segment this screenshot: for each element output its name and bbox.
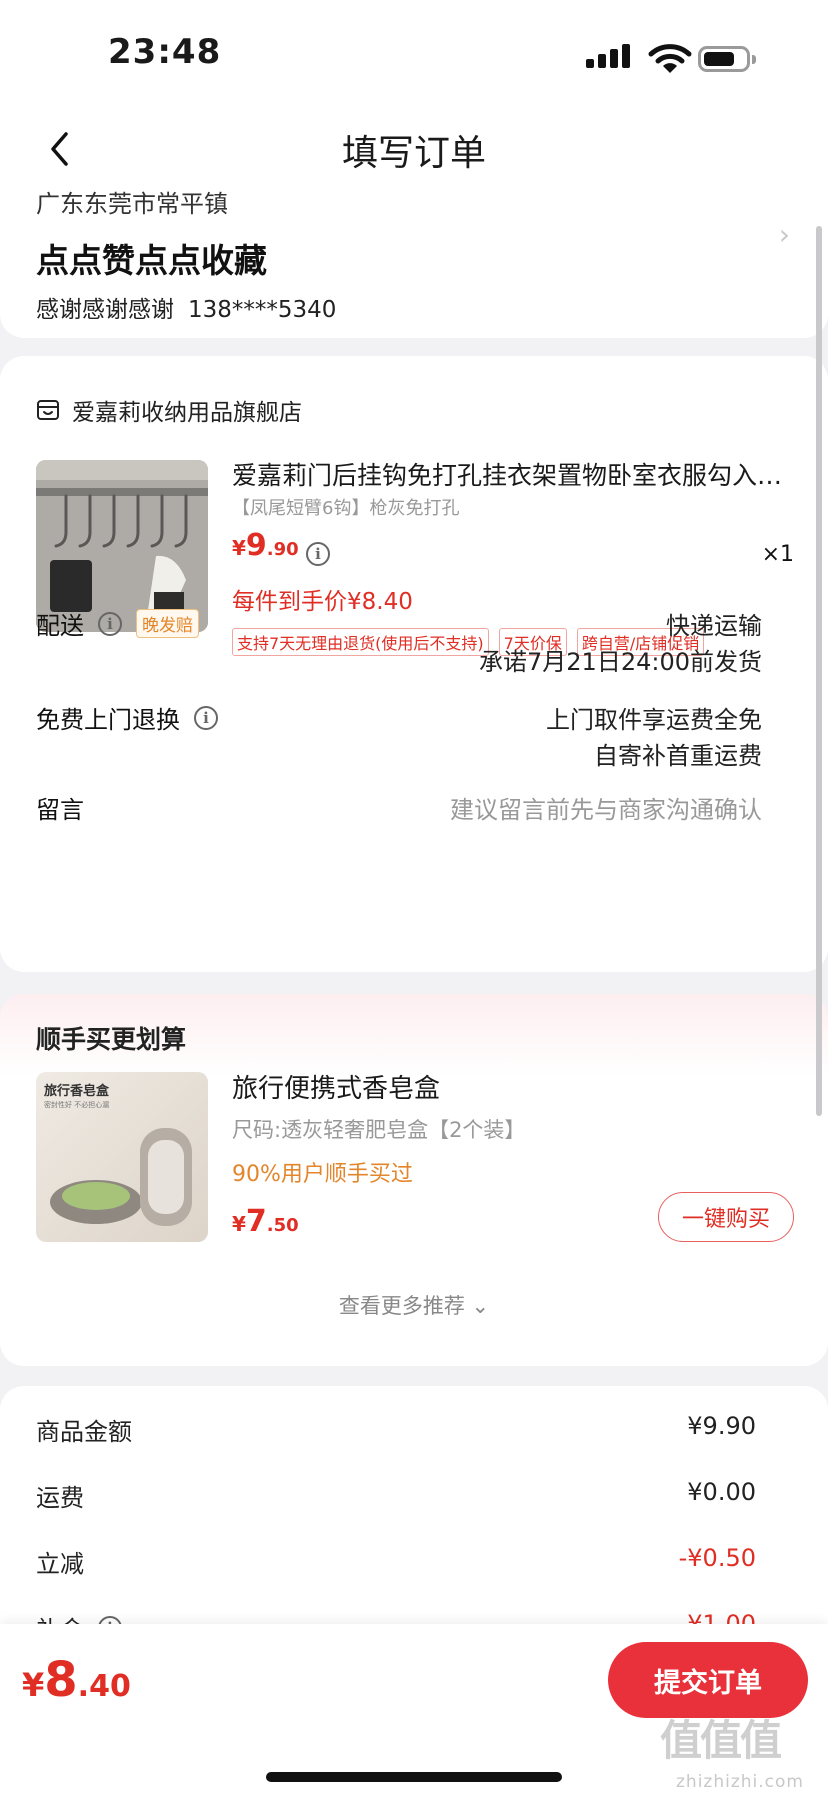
recommend-image[interactable]: 旅行香皂盒 密封性好 不必担心漏 (36, 1072, 208, 1242)
delivery-info-icon[interactable]: i (98, 611, 122, 636)
watermark-url: zhizhizhi.com (676, 1772, 804, 1792)
product-title[interactable]: 爱嘉莉门后挂钩免打孔挂衣架置物卧室衣服勾入户门 (232, 456, 794, 492)
delivery-promise: 承诺7月21日24:00前发货 (479, 648, 762, 676)
unit-final-price: 每件到手价¥8.40 (232, 589, 413, 615)
home-indicator[interactable] (266, 1772, 562, 1782)
total-price: ¥8.40 (22, 1652, 131, 1708)
recommend-card: 顺手买更划算 旅行香皂盒 密封性好 不必担心漏 旅行便携式香皂盒 尺码:透灰轻奢… (0, 994, 828, 1366)
address-detail: 点点赞点点收藏 (36, 241, 267, 280)
delivery-label-row: 配送 i 晚发赔 (36, 606, 199, 641)
recommend-image-title: 旅行香皂盒 (44, 1084, 110, 1099)
product-quantity: ×1 (761, 542, 794, 567)
one-click-buy-button[interactable]: 一键购买 (658, 1192, 794, 1242)
product-spec: 【凤尾短臂6钩】枪灰免打孔 (232, 498, 460, 519)
checkout-bar: ¥8.40 提交订单 值值值 zhizhizhi.com (0, 1624, 828, 1795)
recommend-product-spec: 尺码:透灰轻奢肥皂盒【2个装】 (232, 1118, 526, 1142)
return-service-line2: 自寄补首重运费 (594, 742, 762, 770)
shop-name: 爱嘉莉收纳用品旗舰店 (72, 400, 302, 426)
return-info-icon[interactable]: i (194, 705, 218, 730)
submit-order-button[interactable]: 提交订单 (608, 1642, 808, 1718)
address-contact: 感谢感谢感谢 138****5340 (36, 290, 336, 324)
message-input[interactable]: 建议留言前先与商家沟通确认 (450, 790, 762, 825)
return-service-label: 免费上门退换 (36, 706, 180, 734)
summary-value-goods: ¥9.90 (687, 1412, 756, 1440)
recipient-name: 感谢感谢感谢 (36, 297, 174, 323)
recommend-price: ¥7.50 (232, 1204, 299, 1239)
recipient-phone: 138****5340 (188, 297, 337, 323)
summary-value-discount: -¥0.50 (678, 1544, 756, 1572)
wifi-icon (648, 44, 692, 73)
recommend-product-name[interactable]: 旅行便携式香皂盒 (232, 1068, 440, 1105)
status-time: 23:48 (108, 32, 222, 72)
summary-label-discount: 立减 (36, 1550, 84, 1578)
delivery-method: 快递运输 (666, 612, 762, 640)
price-summary-card: 商品金额 ¥9.90 运费 ¥0.00 立减 -¥0.50 礼金 i -¥1.0… (0, 1386, 828, 1646)
status-bar: 23:48 (0, 0, 828, 110)
store-icon (37, 400, 59, 420)
product-price: ¥9.90 (232, 528, 299, 563)
summary-label-goods: 商品金额 (36, 1418, 132, 1446)
more-recommendations-link[interactable]: 查看更多推荐 ⌄ (0, 1290, 828, 1320)
watermark-logo: 值值值 (660, 1716, 782, 1765)
summary-label-shipping: 运费 (36, 1484, 84, 1512)
shop-row[interactable]: 爱嘉莉收纳用品旗舰店 (36, 390, 302, 430)
late-compensation-badge: 晚发赔 (136, 609, 199, 638)
order-item-card: 爱嘉莉收纳用品旗舰店 爱嘉莉门后挂钩免打孔挂衣架置物卧室衣服勾入户门 【凤尾短臂… (0, 356, 828, 972)
recommend-title: 顺手买更划算 (36, 1025, 187, 1054)
return-service-line1: 上门取件享运费全免 (546, 706, 762, 734)
summary-value-shipping: ¥0.00 (687, 1478, 756, 1506)
price-info-icon[interactable]: i (306, 542, 330, 566)
page-title: 填写订单 (341, 133, 486, 174)
status-icons (586, 40, 756, 76)
recommend-social-proof: 90%用户顺手买过 (232, 1162, 413, 1187)
address-region: 广东东莞市常平镇 (36, 190, 228, 218)
message-label: 留言 (36, 796, 84, 824)
return-service-row: 免费上门退换 i (36, 700, 218, 735)
battery-icon (698, 46, 756, 72)
delivery-label: 配送 (36, 612, 84, 640)
nav-bar: 填写订单 (0, 110, 828, 190)
address-card[interactable]: 广东东莞市常平镇 点点赞点点收藏 感谢感谢感谢 138****5340 › (0, 182, 828, 338)
scrollbar[interactable] (816, 226, 822, 1116)
chevron-right-icon: › (778, 218, 790, 251)
service-tag: 支持7天无理由退货(使用后不支持) (232, 628, 489, 656)
recommend-image-subtitle: 密封性好 不必担心漏 (44, 1101, 110, 1109)
